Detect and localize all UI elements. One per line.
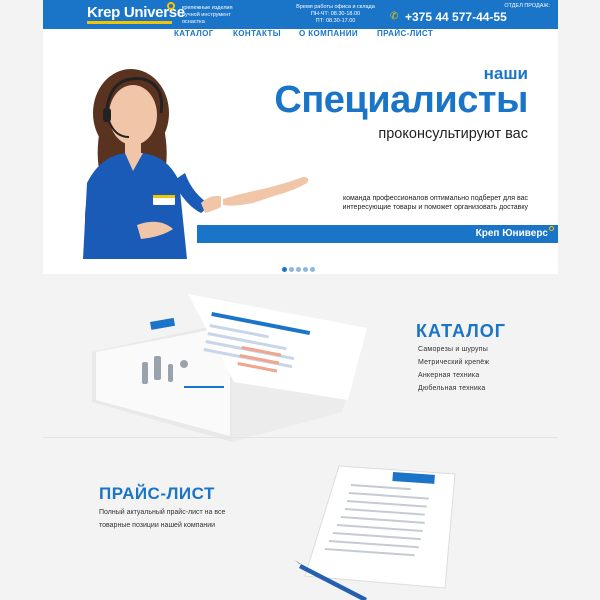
- hero-slider: наши Специалисты проконсультируют вас ко…: [43, 41, 558, 274]
- tagline-line: крепежные изделия: [182, 5, 233, 11]
- hero-title: Специалисты: [274, 79, 528, 121]
- catalog-item[interactable]: Саморезы и шурупы: [418, 346, 488, 353]
- hero-subtitle: проконсультируют вас: [378, 126, 528, 142]
- hand-image: [223, 177, 309, 206]
- catalog-brochure-image[interactable]: [92, 282, 367, 442]
- nav-item-about[interactable]: О КОМПАНИИ: [299, 29, 358, 38]
- slider-dot[interactable]: [303, 267, 308, 272]
- section-divider: [43, 437, 558, 438]
- nav-item-price-list[interactable]: ПРАЙС-ЛИСТ: [377, 29, 433, 38]
- band-brand-label: Креп Юниверс: [475, 228, 548, 239]
- logo-ring-icon: [167, 2, 175, 10]
- slider-dot[interactable]: [282, 267, 287, 272]
- page: Krep Universe крепежные изделия ручной и…: [0, 0, 600, 600]
- slider-dots: [282, 267, 315, 272]
- tagline-line: оснастка: [182, 19, 205, 25]
- hours-line: Время работы офиса и склада: [296, 4, 375, 10]
- catalog-item[interactable]: Дюбельная техника: [418, 385, 485, 392]
- catalog-title[interactable]: КАТАЛОГ: [416, 321, 506, 342]
- slider-dot[interactable]: [310, 267, 315, 272]
- working-hours: Время работы офиса и склада ПН-ЧТ: 08.30…: [293, 4, 378, 25]
- price-list-document-image[interactable]: [295, 460, 460, 600]
- phone-icon: ✆: [390, 11, 399, 22]
- slider-dot[interactable]: [289, 267, 294, 272]
- hero-description: команда профессионалов оптимально подбер…: [342, 195, 528, 211]
- catalog-item[interactable]: Анкерная техника: [418, 372, 479, 379]
- hours-line: ПН-ЧТ: 08.30-18.00: [310, 11, 361, 17]
- phone-number[interactable]: +375 44 577-44-55: [405, 10, 507, 24]
- header-tagline: крепежные изделия ручной инструмент осна…: [182, 5, 233, 26]
- brand-ring-icon: [549, 226, 554, 231]
- catalog-item[interactable]: Метрический крепёж: [418, 359, 489, 366]
- tagline-line: ручной инструмент: [182, 12, 231, 18]
- price-list-text: Полный актуальный прайс-лист на все това…: [99, 509, 226, 529]
- hero-brand-band: Креп Юниверс: [197, 225, 558, 243]
- nav-item-catalog[interactable]: КАТАЛОГ: [174, 29, 214, 38]
- site-header: Krep Universe крепежные изделия ручной и…: [43, 0, 558, 29]
- hours-line: ПТ: 08.30-17.00: [315, 18, 356, 24]
- logo-underline: [87, 21, 172, 24]
- nav-item-contacts[interactable]: КОНТАКТЫ: [233, 29, 281, 38]
- sales-dept-label: ОТДЕЛ ПРОДАЖ:: [504, 3, 550, 9]
- slider-dot[interactable]: [296, 267, 301, 272]
- price-list-title[interactable]: ПРАЙС-ЛИСТ: [99, 484, 215, 504]
- main-nav: КАТАЛОГ КОНТАКТЫ О КОМПАНИИ ПРАЙС-ЛИСТ: [43, 29, 558, 41]
